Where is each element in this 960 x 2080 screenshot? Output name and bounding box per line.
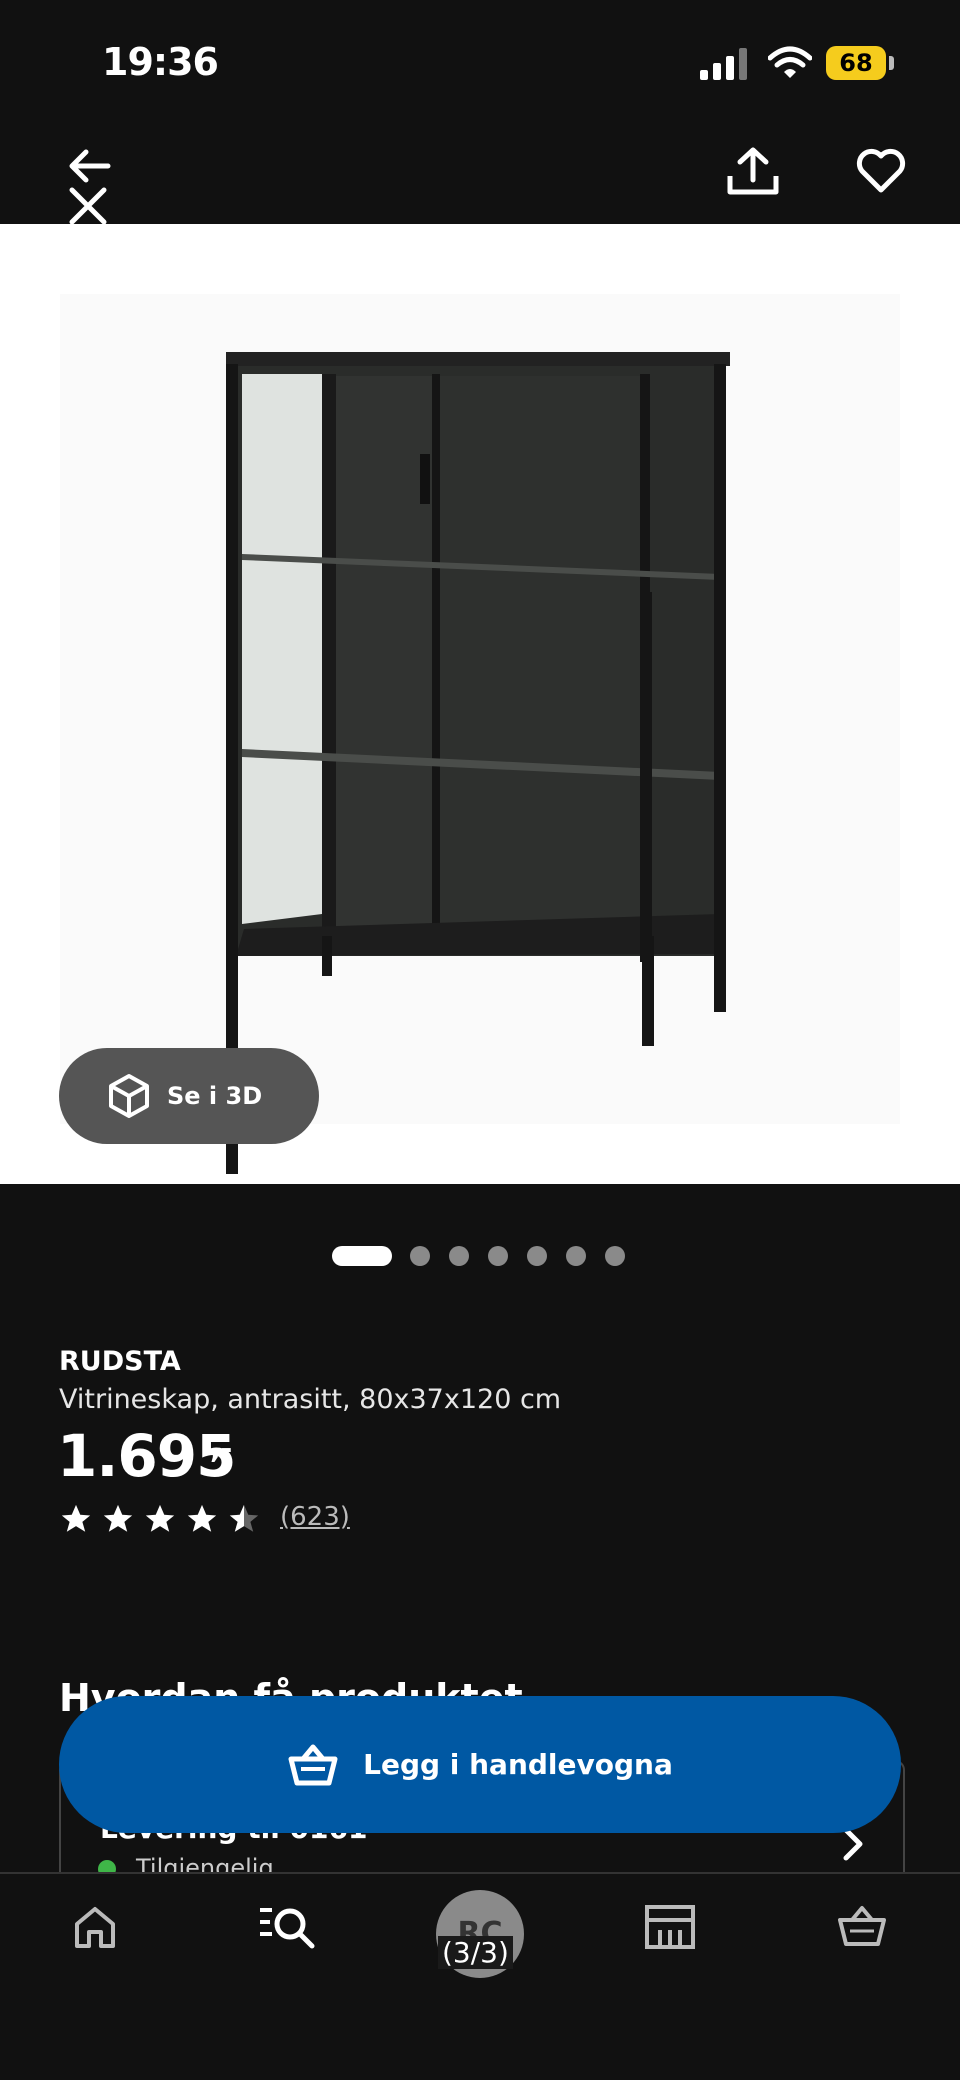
star-icon (103, 1504, 133, 1532)
rating-stars[interactable] (59, 1502, 261, 1536)
back-button[interactable] (64, 146, 114, 226)
product-brand: RUDSTA (59, 1346, 181, 1377)
star-icon (61, 1504, 91, 1532)
review-count-link[interactable]: (623) (280, 1502, 350, 1532)
carousel-dot[interactable] (566, 1246, 586, 1266)
heart-icon[interactable] (856, 148, 906, 194)
star-icon (145, 1504, 175, 1532)
status-time: 19:36 (102, 40, 219, 84)
view-3d-button[interactable]: Se i 3D (59, 1048, 319, 1144)
share-icon[interactable] (726, 146, 780, 196)
back-arrow-icon (69, 149, 111, 183)
view-3d-label: Se i 3D (167, 1082, 263, 1110)
battery-indicator: 68 (826, 46, 886, 80)
product-image-cabinet (60, 294, 900, 1174)
cart-icon[interactable] (836, 1904, 888, 1950)
carousel-dot[interactable] (410, 1246, 430, 1266)
price-suffix: ,- (210, 1432, 233, 1465)
cube-3d-icon (109, 1074, 149, 1118)
carousel-dot[interactable] (449, 1246, 469, 1266)
cart-basket-icon (288, 1744, 338, 1785)
carousel-dot[interactable] (605, 1246, 625, 1266)
add-to-cart-label: Legg i handlevogna (363, 1748, 673, 1781)
signal-icon (700, 48, 747, 80)
carousel-dot[interactable] (527, 1246, 547, 1266)
search-list-icon[interactable] (258, 1904, 318, 1950)
carousel-dot-active[interactable] (332, 1246, 392, 1266)
store-icon[interactable] (644, 1904, 696, 1950)
star-icon (187, 1504, 217, 1532)
product-price: 1.695 (57, 1422, 236, 1490)
close-icon (69, 187, 107, 225)
half-star-icon (229, 1504, 259, 1532)
add-to-cart-button[interactable]: Legg i handlevogna (59, 1696, 901, 1833)
page-counter: (3/3) (438, 1936, 513, 1969)
battery-tip (889, 56, 894, 70)
home-icon[interactable] (72, 1904, 118, 1950)
carousel-dot[interactable] (488, 1246, 508, 1266)
wifi-icon (768, 46, 812, 78)
product-description: Vitrineskap, antrasitt, 80x37x120 cm (59, 1384, 562, 1415)
product-image-carousel[interactable] (0, 224, 960, 1184)
